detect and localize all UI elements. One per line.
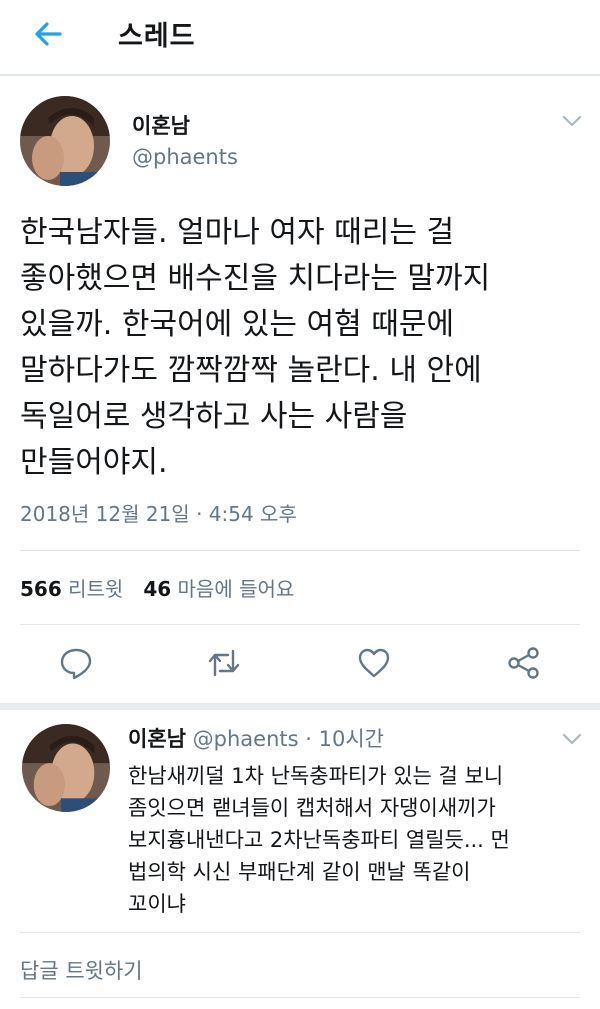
retweet-stat[interactable]: 566 리트윗 (20, 577, 123, 601)
avatar[interactable] (20, 96, 110, 186)
page-title: 스레드 (118, 21, 196, 52)
tweet-text-line: 좋아했으면 배수진을 치다라는 말까지 (20, 261, 491, 296)
tweet-text-line: 독일어로 생각하고 사는 사람을 (20, 399, 408, 434)
author-handle[interactable]: @phaents (132, 145, 238, 169)
tweet-text: 한국남자들. 얼마나 여자 때리는 걸 좋아했으면 배수진을 치다라는 말까지 … (20, 210, 590, 486)
reply-text-line: 꼬이냐 (128, 892, 186, 916)
retweet-count: 566 (20, 577, 62, 601)
chevron-down-icon[interactable] (561, 732, 583, 746)
divider (20, 997, 580, 998)
reply-text-line: 보지흉내낸다고 2차난독충파티 열릴듯... 먼 (128, 828, 510, 852)
reply-header: 이혼남 @phaents · 10시간 (128, 723, 384, 753)
top-bar: 스레드 (0, 0, 600, 76)
reply-text-line: 한남새끼덜 1차 난독충파티가 있는 걸 보니 (128, 764, 504, 788)
heart-icon[interactable] (356, 645, 392, 681)
retweet-label: 리트윗 (68, 577, 124, 601)
tweet-text-line: 말하다가도 깜짝깜짝 놀란다. 내 안에 (20, 353, 482, 388)
tweet-timestamp: 2018년 12월 21일 · 4:54 오후 (20, 502, 297, 526)
reply-author-name[interactable]: 이혼남 (128, 727, 186, 751)
reply-compose-input[interactable]: 답글 트윗하기 (20, 955, 143, 985)
back-arrow-icon[interactable] (30, 16, 66, 52)
section-separator (0, 703, 600, 710)
reply-text-line: 좀잇으면 랟녀들이 캡처해서 자댕이새끼가 (128, 796, 496, 820)
share-icon[interactable] (506, 645, 542, 681)
reply-text-line: 법의학 시신 부패단계 같이 맨날 똑같이 (128, 860, 471, 884)
divider (20, 932, 580, 933)
tweet-text-line: 한국남자들. 얼마나 여자 때리는 걸 (20, 215, 455, 250)
avatar[interactable] (22, 724, 110, 812)
tweet-stats: 566 리트윗 46 마음에 들어요 (20, 573, 294, 602)
like-label: 마음에 들어요 (177, 577, 295, 601)
reply-text: 한남새끼덜 1차 난독충파티가 있는 걸 보니 좀잇으면 랟녀들이 캡처해서 자… (128, 760, 558, 920)
retweet-icon[interactable] (206, 645, 242, 681)
author-name[interactable]: 이혼남 (132, 110, 190, 140)
like-count: 46 (143, 577, 172, 601)
chevron-down-icon[interactable] (561, 114, 583, 128)
divider (20, 624, 580, 625)
tweet-text-line: 만들어야지. (20, 445, 168, 480)
reply-meta: @phaents · 10시간 (192, 727, 384, 751)
tweet-text-line: 있을까. 한국어에 있는 여혐 때문에 (20, 307, 455, 342)
reply-icon[interactable] (58, 645, 94, 681)
like-stat[interactable]: 46 마음에 들어요 (143, 577, 294, 601)
divider (20, 550, 580, 551)
